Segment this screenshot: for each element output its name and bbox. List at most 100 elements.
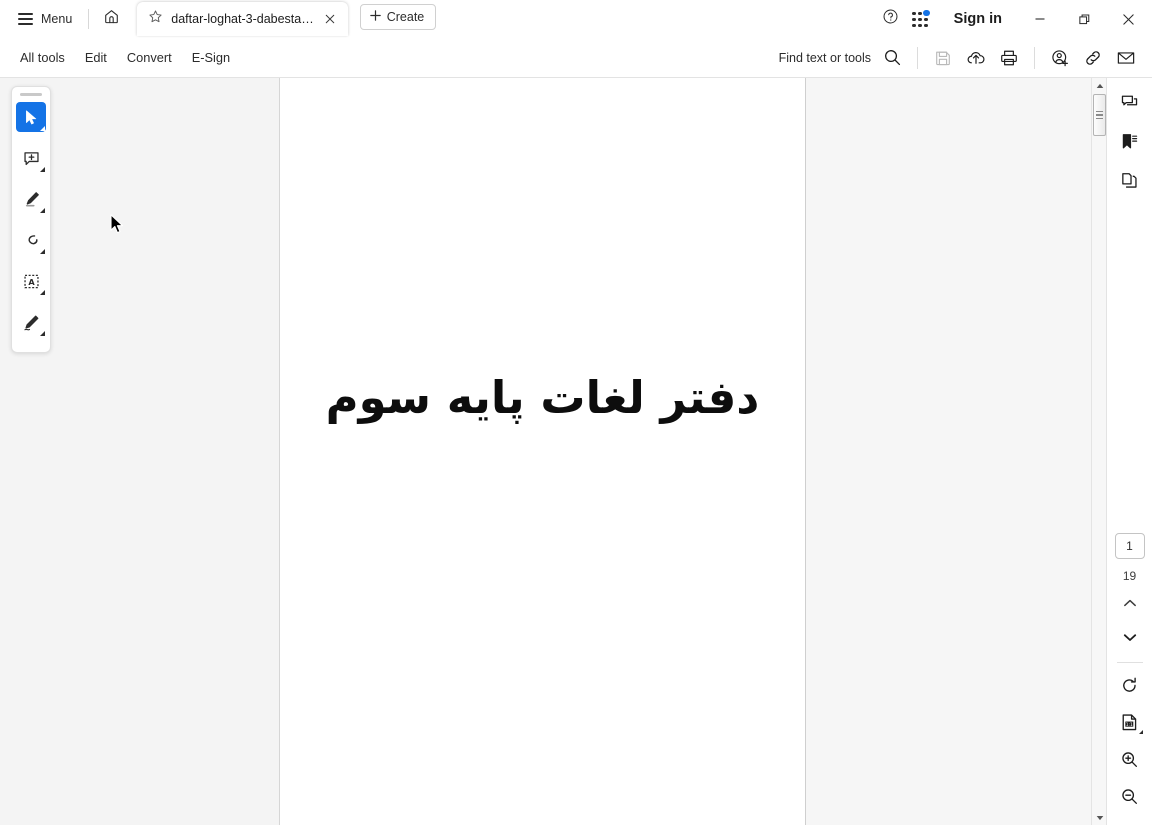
restore-button[interactable]: [1062, 0, 1106, 38]
save-button[interactable]: [927, 43, 959, 73]
add-text-tool-button[interactable]: A: [16, 266, 46, 296]
home-icon: [103, 8, 120, 30]
email-button[interactable]: [1110, 43, 1142, 73]
zoom-in-button[interactable]: [1114, 743, 1146, 775]
scroll-down-button[interactable]: [1092, 810, 1106, 825]
close-icon[interactable]: [322, 11, 339, 28]
app-grid-icon: [912, 9, 930, 28]
svg-text:1:1: 1:1: [1126, 721, 1133, 727]
highlighter-icon: [25, 191, 39, 207]
next-page-button[interactable]: [1114, 623, 1146, 651]
rotate-button[interactable]: [1114, 669, 1146, 701]
tool-expand-triangle: [40, 290, 45, 295]
request-signature-button[interactable]: [1044, 43, 1076, 73]
menu-convert[interactable]: Convert: [117, 44, 182, 71]
add-comment-icon: [23, 151, 39, 165]
bookmarks-panel-icon: [1122, 133, 1138, 148]
menu-all-tools[interactable]: All tools: [10, 44, 75, 71]
plus-icon: [369, 9, 382, 25]
lasso-draw-icon: [28, 234, 38, 244]
apps-button[interactable]: [906, 4, 936, 34]
panel-drag-handle[interactable]: [20, 93, 42, 96]
menu-bar-tools: Find text or tools: [779, 43, 1148, 73]
zoom-out-button[interactable]: [1114, 780, 1146, 812]
title-bar-left: Menu daftar-loghat-3-dabesta… Create: [0, 0, 437, 38]
sign-tool-button[interactable]: [16, 307, 46, 337]
zoom-out-icon: [1122, 788, 1138, 804]
page-thumbnails-button[interactable]: [1114, 164, 1146, 196]
draw-tool-button[interactable]: [16, 225, 46, 255]
print-button[interactable]: [993, 43, 1025, 73]
highlight-tool-button[interactable]: [16, 184, 46, 214]
previous-page-button[interactable]: [1114, 589, 1146, 617]
text-box-icon: A: [23, 274, 39, 288]
help-circle-icon: [882, 8, 899, 30]
find-text-label[interactable]: Find text or tools: [779, 51, 871, 65]
page-thumbnails-icon: [1122, 172, 1137, 188]
workspace: A دفتر لغات پایه سوم 1 19 1:1: [0, 78, 1152, 825]
tool-expand-triangle: [40, 331, 45, 336]
star-icon[interactable]: [148, 9, 163, 29]
signature-pen-icon: [23, 315, 38, 330]
comments-panel-icon: [1121, 95, 1138, 105]
home-button[interactable]: [97, 5, 125, 33]
window-close-button[interactable]: [1106, 0, 1150, 38]
right-rail: 1 19 1:1: [1106, 78, 1152, 825]
cloud-upload-icon: [967, 51, 985, 64]
title-bar: Menu daftar-loghat-3-dabesta… Create Sig…: [0, 0, 1152, 38]
create-button[interactable]: Create: [359, 4, 437, 30]
toolbar-divider-1: [917, 46, 918, 69]
fit-page-button[interactable]: 1:1: [1114, 706, 1146, 738]
fit-page-icon: 1:1: [1122, 713, 1137, 730]
fit-page-expand-triangle: [1138, 730, 1143, 734]
add-person-icon: [1052, 49, 1068, 66]
document-viewport[interactable]: دفتر لغات پایه سوم: [280, 78, 1106, 825]
menu-e-sign[interactable]: E-Sign: [182, 44, 240, 71]
minimize-icon: [1035, 18, 1045, 20]
restore-icon: [1078, 14, 1089, 24]
scroll-up-icon: [1096, 83, 1103, 88]
chevron-down-icon: [1123, 633, 1136, 641]
main-menu-label: Menu: [41, 12, 73, 26]
cursor-arrow-icon: [25, 109, 36, 124]
titlebar-divider: [88, 9, 90, 29]
scroll-down-icon: [1096, 815, 1103, 820]
bookmarks-panel-button[interactable]: [1114, 125, 1146, 157]
help-button[interactable]: [876, 4, 906, 34]
document-tab[interactable]: daftar-loghat-3-dabesta…: [137, 2, 348, 36]
pdf-page-1: دفتر لغات پایه سوم: [280, 78, 806, 825]
mouse-cursor: [110, 214, 124, 240]
menu-bar: All tools Edit Convert E-Sign Find text …: [0, 38, 1152, 78]
create-button-label: Create: [386, 10, 425, 24]
comments-panel-button[interactable]: [1114, 86, 1146, 118]
zoom-in-icon: [1122, 751, 1138, 767]
search-button[interactable]: [876, 43, 908, 73]
page-controls: 1 19 1:1: [1107, 533, 1152, 817]
scrollbar-thumb[interactable]: [1093, 94, 1106, 136]
document-tab-title: daftar-loghat-3-dabesta…: [171, 12, 314, 26]
tool-expand-triangle: [40, 126, 45, 131]
toolbar-divider-2: [1034, 46, 1035, 69]
scroll-up-button[interactable]: [1092, 78, 1106, 93]
tool-expand-triangle: [40, 208, 45, 213]
window-close-icon: [1122, 13, 1134, 25]
current-page-input[interactable]: 1: [1114, 533, 1145, 559]
chevron-up-icon: [1123, 599, 1136, 606]
save-icon: [936, 51, 950, 65]
main-menu-button[interactable]: Menu: [10, 4, 80, 34]
comment-tool-button[interactable]: [16, 143, 46, 173]
total-pages-label: 19: [1122, 569, 1137, 583]
select-tool-button[interactable]: [16, 102, 46, 132]
link-icon: [1086, 50, 1100, 65]
minimize-button[interactable]: [1018, 0, 1062, 38]
cloud-upload-button[interactable]: [960, 43, 992, 73]
title-bar-right: Sign in: [876, 0, 1152, 38]
left-rail: A: [0, 78, 280, 825]
vertical-scrollbar[interactable]: [1091, 78, 1106, 825]
sign-in-button[interactable]: Sign in: [942, 4, 1014, 34]
tool-expand-triangle: [40, 167, 45, 172]
share-link-button[interactable]: [1077, 43, 1109, 73]
menu-edit[interactable]: Edit: [75, 44, 117, 71]
email-icon: [1117, 51, 1135, 64]
svg-text:A: A: [28, 276, 35, 286]
